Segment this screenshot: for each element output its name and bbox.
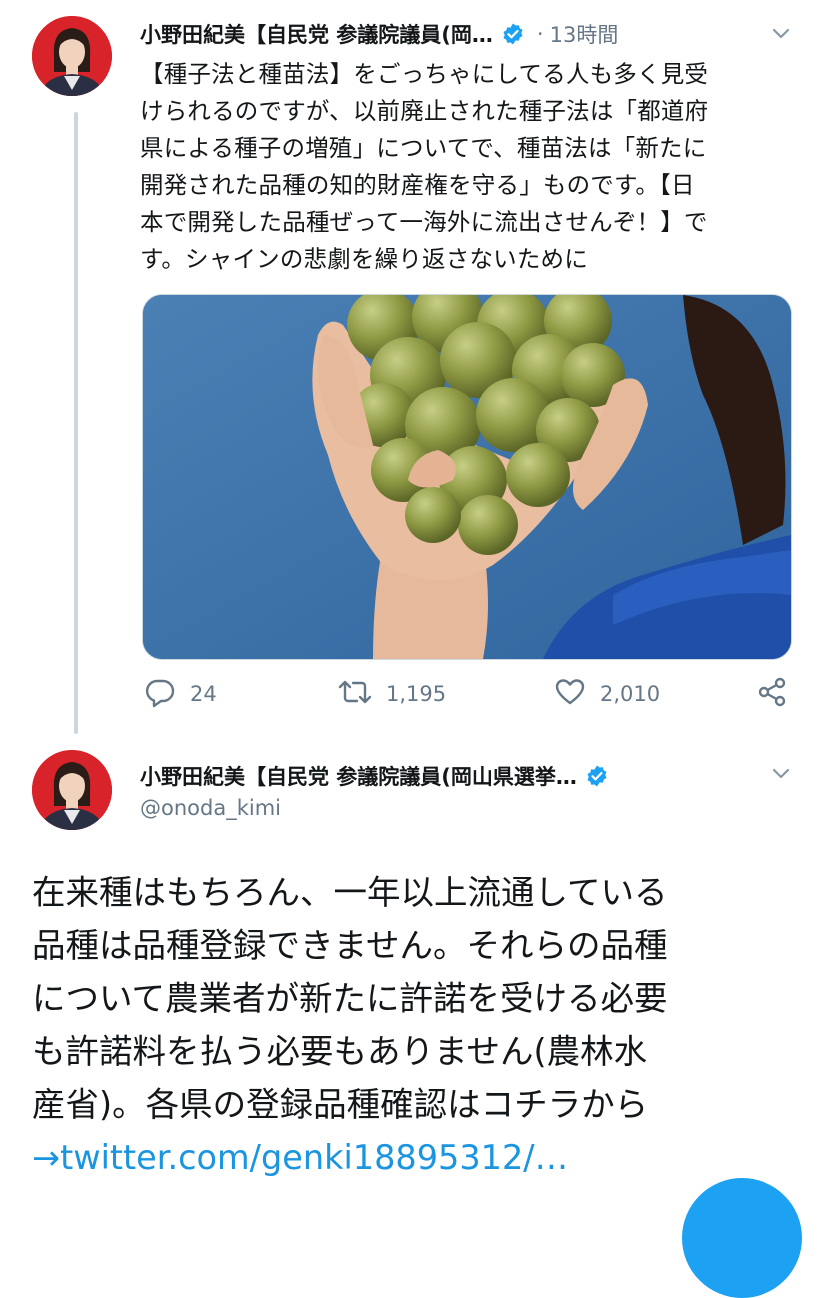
chevron-down-icon[interactable] (770, 22, 792, 48)
like-button[interactable]: 2,010 (554, 672, 660, 716)
like-count: 2,010 (600, 682, 661, 706)
author-handle[interactable]: @onoda_kimi (140, 796, 281, 820)
thread-connector-line (74, 112, 78, 734)
tweet-timestamp[interactable]: 13時間 (550, 19, 619, 49)
retweet-button[interactable]: 1,195 (338, 672, 446, 716)
reply-button[interactable]: 24 (144, 672, 217, 716)
separator-dot: · (536, 22, 544, 46)
avatar[interactable] (32, 16, 112, 96)
verified-badge-icon (585, 764, 609, 788)
avatar[interactable] (32, 750, 112, 830)
tweet-text-body: 在来種はもちろん、一年以上流通している 品種は品種登録できません。それらの品種 … (32, 873, 668, 1124)
reply-icon (144, 676, 176, 713)
tweet-header: 小野田紀美【自民党 参議院議員(岡山県選挙… (140, 760, 609, 792)
author-name[interactable]: 小野田紀美【自民党 参議院議員(岡… (140, 19, 493, 49)
retweet-icon (338, 676, 372, 713)
tweet-text: 【種子法と種苗法】をごっちゃにしてる人も多く見受 けられるのですが、以前廃止され… (140, 60, 709, 273)
photo-hand-holding-grapes (143, 295, 791, 659)
avatar-portrait-image (32, 16, 112, 96)
author-name[interactable]: 小野田紀美【自民党 参議院議員(岡山県選挙… (140, 761, 577, 791)
share-icon (756, 676, 788, 713)
verified-badge-icon (501, 22, 525, 46)
avatar-portrait-image (32, 750, 112, 830)
share-button[interactable] (756, 672, 788, 716)
chevron-down-icon[interactable] (770, 762, 792, 788)
tweet-link[interactable]: →twitter.com/genki18895312/… (32, 1138, 568, 1177)
retweet-count: 1,195 (386, 682, 447, 706)
tweet-photo[interactable] (142, 294, 792, 660)
tweet-text: 在来種はもちろん、一年以上流通している 品種は品種登録できません。それらの品種 … (32, 866, 802, 1184)
tweet-header: 小野田紀美【自民党 参議院議員(岡… · 13時間 (140, 18, 618, 50)
compose-tweet-button[interactable] (682, 1178, 802, 1298)
reply-count: 24 (190, 682, 217, 706)
heart-icon (554, 676, 586, 713)
tweet-actions: 24 1,195 2,010 (140, 672, 790, 716)
